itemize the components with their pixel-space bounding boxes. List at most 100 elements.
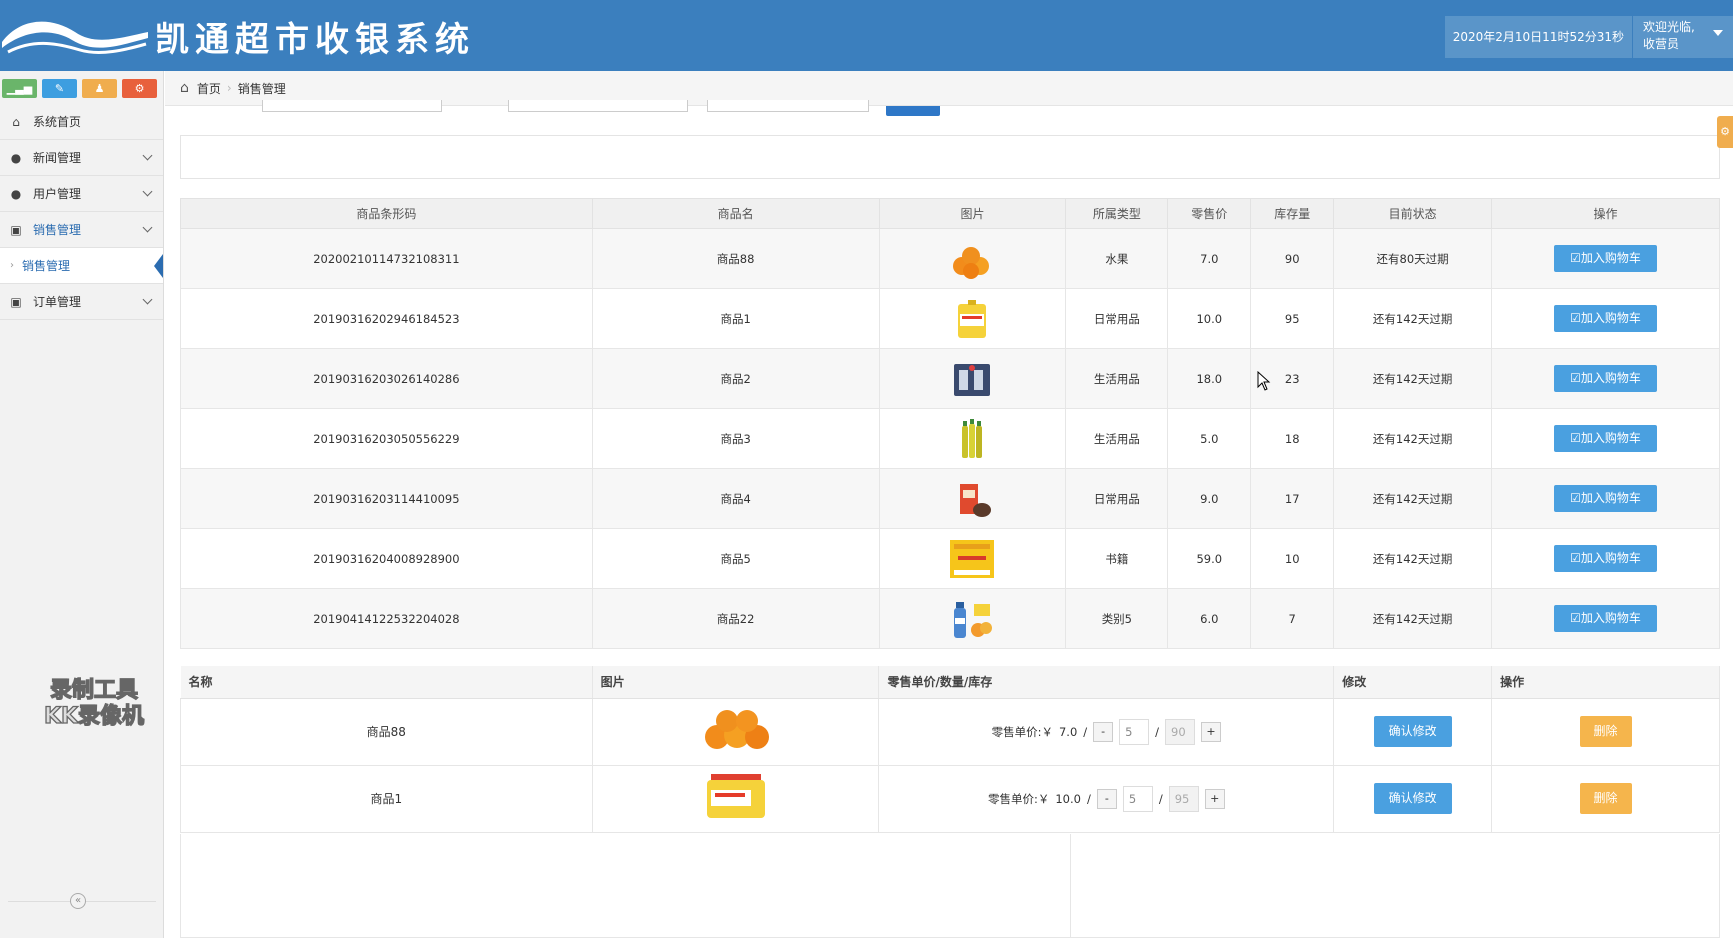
unit-price-value: 7.0 <box>1058 724 1078 739</box>
separator: / <box>1083 724 1088 739</box>
sidebar-item-home[interactable]: ⌂ 系统首页 <box>0 104 163 140</box>
add-to-cart-button[interactable]: ☑加入购物车 <box>1554 245 1658 272</box>
sidebar-item-sales[interactable]: ▣ 销售管理 <box>0 212 163 248</box>
sidebar-subitem-sales[interactable]: › 销售管理 <box>0 248 163 284</box>
caret-down-icon[interactable] <box>1713 30 1723 36</box>
status-cell: 还有142天过期 <box>1333 588 1493 649</box>
price-cell: 18.0 <box>1167 348 1252 409</box>
sidebar-item-news[interactable]: ● 新闻管理 <box>0 140 163 176</box>
sidebar-item-orders[interactable]: ▣ 订单管理 <box>0 284 163 320</box>
type-cell: 日常用品 <box>1065 468 1169 529</box>
watermark-line1: 录制工具 <box>49 677 138 703</box>
table-row: 20190414122532204028 商品22 类别5 6.0 7 还有14… <box>180 588 1720 649</box>
mouse-cursor-icon <box>1257 371 1271 391</box>
add-to-cart-button[interactable]: ☑加入购物车 <box>1554 605 1658 632</box>
users-icon[interactable]: ♟ <box>82 79 117 98</box>
status-cell: 还有142天过期 <box>1333 288 1493 349</box>
header-datetime: 2020年2月10日11时52分31秒 <box>1445 16 1633 58</box>
chevron-down-icon <box>142 222 153 233</box>
image-cell <box>878 348 1067 409</box>
quantity-stepper: 零售单价:￥ 7.0 / - 5 / 90 + <box>992 718 1222 745</box>
logo <box>2 21 148 54</box>
picture-icon: ▣ <box>10 222 22 237</box>
image-cell <box>878 228 1067 289</box>
table-header-row: 商品条形码 商品名 图片 所属类型 零售价 库存量 目前状态 操作 <box>180 198 1720 229</box>
chevron-down-icon <box>142 294 153 305</box>
app-title: 凯通超市收银系统 <box>155 20 475 60</box>
decrement-button[interactable]: - <box>1096 788 1117 809</box>
col-price: 零售价 <box>1167 198 1252 229</box>
type-cell: 类别5 <box>1065 588 1169 649</box>
table-row: 20200210114732108311 商品88 水果 7.0 90 还有80… <box>180 228 1720 289</box>
home-icon[interactable]: ⌂ <box>180 80 189 96</box>
cart-col-name: 名称 <box>180 666 593 699</box>
add-to-cart-button[interactable]: ☑加入购物车 <box>1554 545 1658 572</box>
user-menu[interactable]: 欢迎光临, 收营员 <box>1633 16 1733 58</box>
cart-header-row: 名称 图片 零售单价/数量/库存 修改 操作 <box>180 666 1720 699</box>
type-cell: 书籍 <box>1065 528 1169 589</box>
delete-button[interactable]: 删除 <box>1579 783 1632 814</box>
table-row: 20190316204008928900 商品5 书籍 59.0 10 还有14… <box>180 528 1720 589</box>
search-button[interactable] <box>886 106 940 116</box>
collapse-sidebar-icon[interactable]: « <box>70 893 86 909</box>
signal-icon[interactable]: ▁▃▅ <box>2 79 37 98</box>
cart-col-action: 操作 <box>1491 666 1720 699</box>
oranges-image <box>953 246 990 279</box>
cart-edit-cell: 确认修改 <box>1333 764 1493 833</box>
confirm-edit-button[interactable]: 确认修改 <box>1373 783 1452 814</box>
search-input-type[interactable] <box>707 100 869 112</box>
pencil-icon[interactable]: ✎ <box>42 79 77 98</box>
cart-name-cell: 商品1 <box>180 764 593 833</box>
home-icon: ⌂ <box>12 114 20 129</box>
user-icon: ● <box>10 186 22 201</box>
settings-gear-icon[interactable]: ⚙ <box>1717 116 1733 148</box>
separator: / <box>1086 791 1091 806</box>
barcode-cell: 20190316202946184523 <box>180 288 593 349</box>
stock-display: 90 <box>1165 718 1196 745</box>
status-cell: 还有142天过期 <box>1333 348 1493 409</box>
cart-name-cell: 商品88 <box>180 697 593 766</box>
breadcrumb-home[interactable]: 首页 <box>197 80 221 97</box>
confirm-edit-button[interactable]: 确认修改 <box>1373 716 1452 747</box>
stock-cell: 7 <box>1250 588 1335 649</box>
divider <box>1070 834 1071 938</box>
app-header: 凯通超市收银系统 2020年2月10日11时52分31秒 欢迎光临, 收营员 <box>0 0 1733 71</box>
name-cell: 商品3 <box>591 408 880 469</box>
cart-action-cell: 删除 <box>1491 697 1720 766</box>
stock-cell: 90 <box>1250 228 1335 289</box>
search-input-barcode[interactable] <box>262 100 442 112</box>
action-cell: ☑加入购物车 <box>1491 228 1720 289</box>
decrement-button[interactable]: - <box>1093 721 1114 742</box>
cogs-icon[interactable]: ⚙ <box>122 79 157 98</box>
col-name: 商品名 <box>591 198 880 229</box>
add-to-cart-button[interactable]: ☑加入购物车 <box>1554 305 1658 332</box>
stock-display: 95 <box>1168 785 1199 812</box>
water-image <box>954 601 993 638</box>
action-cell: ☑加入购物车 <box>1491 528 1720 589</box>
action-cell: ☑加入购物车 <box>1491 408 1720 469</box>
price-cell: 6.0 <box>1167 588 1252 649</box>
sidebar-item-label: 订单管理 <box>33 295 82 309</box>
cart-row: 商品1 零售单价:￥ 10.0 / - 5 / 95 + 确认修改 删除 <box>180 764 1720 833</box>
table-row: 20190316203114410095 商品4 日常用品 9.0 17 还有1… <box>180 468 1720 529</box>
col-status: 目前状态 <box>1333 198 1493 229</box>
quantity-input[interactable]: 5 <box>1122 785 1153 812</box>
col-type: 所属类型 <box>1065 198 1169 229</box>
cart-row: 商品88 零售单价:￥ 7.0 / - 5 / 90 + 确认修改 删除 <box>180 697 1720 766</box>
search-input-name[interactable] <box>508 100 688 112</box>
add-to-cart-button[interactable]: ☑加入购物车 <box>1554 485 1658 512</box>
name-cell: 商品4 <box>591 468 880 529</box>
add-to-cart-button[interactable]: ☑加入购物车 <box>1554 425 1658 452</box>
sidebar: ▁▃▅ ✎ ♟ ⚙ ⌂ 系统首页 ● 新闻管理 ● 用户管理 ▣ 销售管理 › … <box>0 71 164 938</box>
increment-button[interactable]: + <box>1204 788 1225 809</box>
sidebar-item-users[interactable]: ● 用户管理 <box>0 176 163 212</box>
sidebar-item-label: 用户管理 <box>33 187 82 201</box>
barcode-cell: 20190414122532204028 <box>180 588 593 649</box>
status-cell: 还有142天过期 <box>1333 528 1493 589</box>
stock-cell: 18 <box>1250 408 1335 469</box>
increment-button[interactable]: + <box>1201 721 1222 742</box>
type-cell: 生活用品 <box>1065 408 1169 469</box>
add-to-cart-button[interactable]: ☑加入购物车 <box>1554 365 1658 392</box>
delete-button[interactable]: 删除 <box>1579 716 1632 747</box>
quantity-input[interactable]: 5 <box>1119 718 1150 745</box>
